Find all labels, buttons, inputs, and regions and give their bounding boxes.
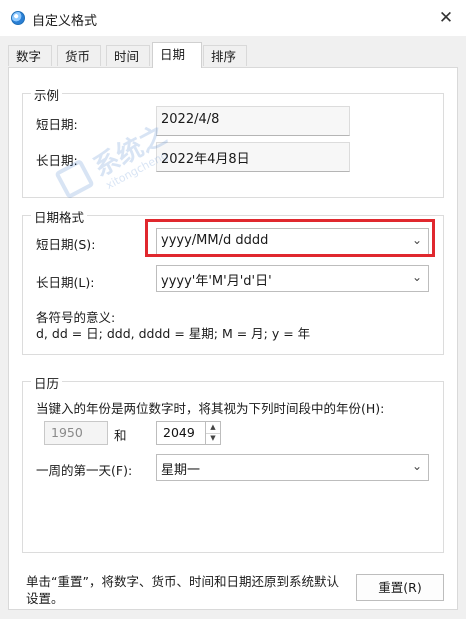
reset-button[interactable]: 重置(R) (356, 574, 444, 601)
reset-description: 单击“重置”，将数字、货币、时间和日期还原到系统默认设置。 (26, 574, 339, 606)
first-day-label: 一周的第一天(F): (36, 463, 133, 478)
window-title: 自定义格式 (32, 14, 98, 29)
long-date-combo[interactable]: yyyy'年'M'月'd'日' ⌄ (156, 265, 429, 292)
title-bar: 自定义格式 ✕ (0, 0, 466, 36)
close-icon[interactable]: ✕ (432, 4, 460, 32)
and-label: 和 (114, 428, 127, 443)
calendar-group-title: 日历 (31, 373, 63, 392)
tab-date[interactable]: 日期 (152, 42, 202, 68)
globe-icon (11, 11, 25, 25)
long-date-value: yyyy'年'M'月'd'日' (161, 274, 272, 289)
sample-group-title: 示例 (31, 85, 63, 104)
tab-sort[interactable]: 排序 (203, 45, 247, 66)
sample-short-label: 短日期: (36, 117, 78, 132)
sample-long-value: 2022年4月8日 (156, 142, 350, 172)
year-spinner[interactable]: ▲ ▼ (205, 421, 221, 445)
long-date-label: 长日期(L): (36, 275, 95, 290)
sample-long-label: 长日期: (36, 153, 78, 168)
to-year-field[interactable]: 2049 (156, 421, 206, 445)
tab-time[interactable]: 时间 (106, 45, 150, 66)
short-date-label: 短日期(S): (36, 237, 96, 252)
tab-strip: 数字 货币 时间 日期 排序 (0, 36, 466, 68)
two-digit-year-text: 当键入的年份是两位数字时，将其视为下列时间段中的年份(H): (36, 401, 385, 416)
first-day-combo[interactable]: 星期一 ⌄ (156, 454, 429, 481)
first-day-value: 星期一 (161, 463, 201, 478)
chevron-down-icon: ⌄ (411, 270, 422, 284)
spin-down-icon[interactable]: ▼ (206, 433, 220, 444)
from-year-field: 1950 (44, 421, 108, 445)
tab-currency[interactable]: 货币 (57, 45, 101, 66)
tab-number[interactable]: 数字 (8, 45, 52, 66)
chevron-down-icon: ⌄ (411, 459, 422, 473)
sample-short-value: 2022/4/8 (156, 106, 350, 136)
symbol-legend-text: d, dd = 日; ddd, dddd = 星期; M = 月; y = 年 (36, 326, 311, 341)
date-format-group-title: 日期格式 (31, 207, 88, 226)
highlight-box (145, 219, 435, 257)
